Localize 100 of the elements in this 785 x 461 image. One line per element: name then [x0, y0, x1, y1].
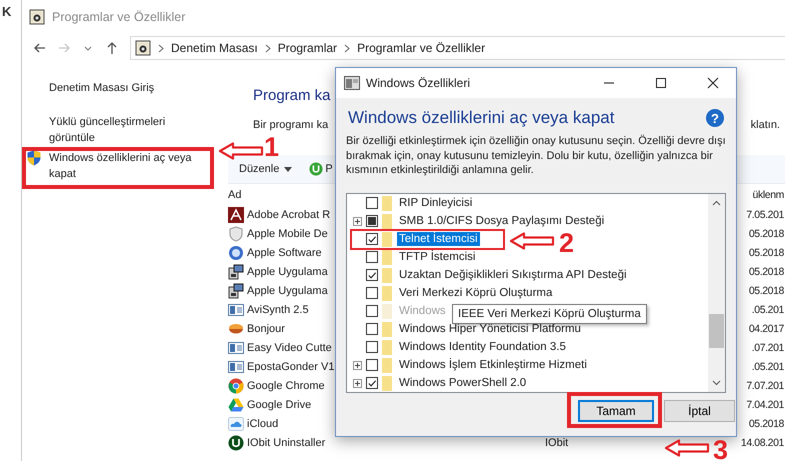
- caret-icon: [284, 166, 292, 172]
- checkbox[interactable]: [366, 269, 378, 281]
- expand-button[interactable]: [353, 378, 362, 388]
- program-name: Apple Uygulama: [247, 266, 328, 278]
- window-title: Programlar ve Özellikler: [52, 10, 186, 24]
- chevron-icon: [264, 44, 271, 52]
- feature-label[interactable]: Windows Identity Foundation 3.5: [397, 340, 568, 354]
- checkbox[interactable]: [366, 377, 378, 389]
- window-icon: [228, 340, 244, 356]
- feature-label[interactable]: Windows PowerShell 2.0: [397, 376, 528, 390]
- breadcrumb[interactable]: Programlar ve Özellikler: [357, 41, 486, 55]
- chevron-icon: [344, 44, 350, 52]
- folder-icon: [382, 214, 392, 228]
- feature-label[interactable]: Windows Hiper Yöneticisi Platformu: [397, 322, 583, 336]
- close-icon[interactable]: [705, 75, 721, 91]
- folder-icon: [382, 286, 392, 300]
- date-cell: 04.2017: [748, 322, 784, 334]
- dialog-description: Bir özelliği etkinleştirmek için özelliğin onay kutusunu seçin. Özelliği devre dışı bırakmak için, onay kutusunu temizleyin. Dolu bir kutu, özelliğin yalnızca bir kısmının etkinleştirildiği anlamına gelir.: [346, 134, 726, 178]
- help-button[interactable]: ?: [706, 109, 724, 127]
- feature-label[interactable]: SMB 1.0/CIFS Dosya Paylaşımı Desteği: [397, 214, 606, 228]
- dialog-button[interactable]: Tamam: [578, 400, 654, 422]
- window-icon: [228, 302, 244, 318]
- folder-icon: [382, 232, 392, 246]
- scroll-thumb[interactable]: [709, 314, 724, 348]
- scroll-down-icon[interactable]: [712, 380, 721, 386]
- expand-button[interactable]: [353, 216, 362, 226]
- feature-label[interactable]: RIP Dinleyicisi: [397, 196, 474, 210]
- program-name: Apple Mobile De: [247, 228, 328, 240]
- feature-label[interactable]: Veri Merkezi Köprü Oluşturma: [397, 286, 554, 300]
- program-name: IObit Uninstaller: [247, 436, 326, 448]
- arrow-icon: [664, 439, 710, 457]
- checkbox[interactable]: [366, 251, 378, 263]
- page-description: klatın.: [750, 118, 780, 133]
- date-cell: .05.201: [752, 360, 784, 372]
- date-cell: .07.201: [752, 342, 784, 354]
- page-heading: Program ka: [253, 86, 331, 106]
- control-panel-icon: [135, 40, 151, 56]
- publisher-cell-text: IObit: [544, 436, 568, 448]
- date-cell: 05.2018: [748, 246, 784, 258]
- maximize-icon[interactable]: [653, 75, 669, 91]
- uninstall-icon: [309, 162, 324, 176]
- folder-icon: [382, 304, 392, 318]
- scrollbar[interactable]: [708, 194, 725, 392]
- drive-icon: [228, 396, 244, 412]
- date-cell: 05.2018: [748, 418, 784, 430]
- folder-icon: [382, 196, 392, 210]
- browser-icon: [228, 378, 244, 394]
- sidebar-link[interactable]: Windows özelliklerini aç veya kapat: [49, 150, 210, 182]
- feature-label[interactable]: Windows İşlem Etkinleştirme Hizmeti: [397, 358, 589, 372]
- checkbox[interactable]: [366, 323, 378, 335]
- program-name: Google Chrome: [247, 380, 325, 392]
- checkbox[interactable]: [366, 233, 378, 245]
- checkbox[interactable]: [366, 287, 378, 299]
- date-cell: 7.05.201: [746, 208, 784, 220]
- toolbar-button[interactable]: P: [309, 162, 333, 176]
- program-name: Adobe Acrobat R: [247, 208, 330, 220]
- program-name: Google Drive: [247, 398, 312, 410]
- column-header[interactable]: Ad: [228, 188, 242, 200]
- date-cell: .05.201: [752, 304, 784, 316]
- address-bar[interactable]: Denetim Masası Programlar Programlar ve Özellikler: [130, 36, 785, 60]
- folder-icon: [382, 340, 392, 354]
- step-number: 3: [713, 437, 728, 461]
- scroll-up-icon[interactable]: [712, 200, 721, 206]
- cloud-icon: [228, 416, 244, 432]
- folder-icon: [382, 322, 392, 336]
- folder-icon: [382, 268, 392, 282]
- shield-icon: [27, 150, 41, 166]
- globe-icon: [228, 244, 244, 260]
- column-header[interactable]: üklenm: [752, 188, 784, 200]
- program-name: iCloud: [247, 418, 278, 430]
- date-cell: 14.08.201: [740, 436, 784, 448]
- date-cell: 7.07.201: [746, 380, 784, 392]
- breadcrumb[interactable]: Programlar: [278, 41, 338, 55]
- checkbox[interactable]: [366, 341, 378, 353]
- window-icon: [228, 358, 244, 374]
- chevron-icon: [158, 44, 164, 52]
- expand-button[interactable]: [353, 360, 362, 370]
- dialog-button[interactable]: İptal: [664, 400, 735, 422]
- date-cell: 05.2018: [748, 284, 784, 296]
- feature-label[interactable]: Telnet İstemcisi: [397, 232, 480, 246]
- program-name: EpostaGonder V1: [247, 360, 334, 372]
- checkbox[interactable]: [366, 197, 378, 209]
- feature-label[interactable]: TFTP İstemcisi: [397, 250, 478, 264]
- shield-icon: [228, 226, 244, 242]
- tooltip: IEEE Veri Merkezi Köprü Oluşturma: [452, 304, 647, 324]
- edge-text: K: [2, 4, 12, 19]
- checkbox[interactable]: [366, 359, 378, 371]
- page-description: Bir programı ka: [253, 118, 328, 133]
- feature-label[interactable]: Uzaktan Değişiklikleri Sıkıştırma API Desteği: [397, 268, 629, 282]
- date-cell: 05.2018: [748, 228, 784, 240]
- step-number: 2: [559, 230, 574, 257]
- sidebar-link[interactable]: Yüklü güncelleştirmeleri görüntüle: [49, 114, 210, 146]
- folder-icon: [382, 376, 392, 390]
- breadcrumb[interactable]: Denetim Masası: [171, 41, 258, 55]
- program-name: Easy Video Cutte: [247, 342, 332, 354]
- sidebar-link[interactable]: Denetim Masası Giriş: [49, 80, 210, 96]
- toolbar-button[interactable]: Düzenle: [236, 161, 296, 177]
- folder-icon: [382, 250, 392, 264]
- window-icon: [344, 75, 360, 91]
- program-name: Bonjour: [247, 322, 285, 334]
